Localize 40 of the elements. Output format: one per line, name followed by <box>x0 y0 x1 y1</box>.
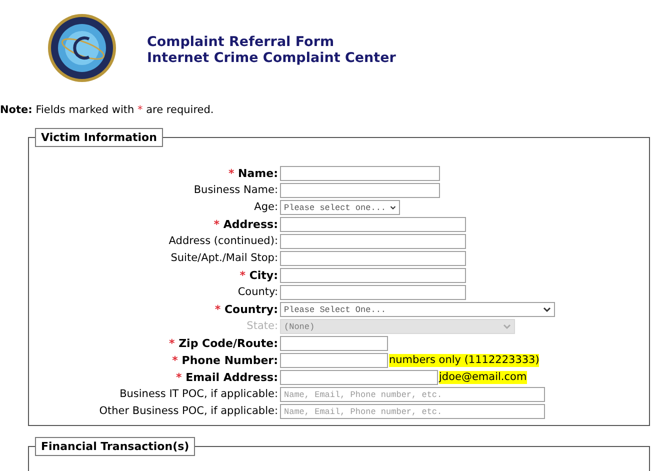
required-note: Note: Fields marked with * are required. <box>0 104 215 116</box>
field-label: State: <box>246 319 279 334</box>
field-label: * Phone Number: <box>172 353 279 368</box>
chevron-down-icon <box>543 306 551 312</box>
page-title: Complaint Referral Form <box>147 34 336 50</box>
field-hint: jdoe@email.com <box>439 371 527 384</box>
text-field[interactable] <box>280 353 388 368</box>
chevron-down-icon <box>503 324 511 330</box>
field-label: * City: <box>240 268 279 283</box>
text-field[interactable] <box>280 166 440 181</box>
text-field[interactable] <box>280 251 466 266</box>
field-label: * Address: <box>214 217 279 232</box>
field-label: * Zip Code/Route: <box>168 336 279 351</box>
field-label: Business Name: <box>194 183 279 198</box>
field-label: Age: <box>254 200 279 215</box>
section-legend: Victim Information <box>35 128 163 147</box>
seal-logo <box>47 13 117 83</box>
text-field[interactable] <box>280 234 466 249</box>
text-field[interactable] <box>280 285 466 300</box>
text-field[interactable] <box>280 336 388 351</box>
page-title: Internet Crime Complaint Center <box>147 50 396 66</box>
text-field[interactable]: Name, Email, Phone number, etc. <box>280 387 545 402</box>
field-label: * Country: <box>214 302 279 317</box>
text-field[interactable] <box>280 370 438 385</box>
text-field[interactable] <box>280 217 466 232</box>
section-legend: Financial Transaction(s) <box>35 437 196 456</box>
field-label: County: <box>238 285 279 300</box>
text-field[interactable]: Name, Email, Phone number, etc. <box>280 404 545 419</box>
dropdown[interactable]: Please Select One... <box>280 302 555 317</box>
field-label: Address (continued): <box>168 234 279 249</box>
field-label: Business IT POC, if applicable: <box>120 387 279 402</box>
dropdown[interactable]: Please select one... <box>280 200 400 215</box>
text-field[interactable] <box>280 268 466 283</box>
field-hint: numbers only (1112223333) <box>389 354 540 367</box>
field-label: * Name: <box>228 166 279 181</box>
field-label: Other Business POC, if applicable: <box>99 404 279 419</box>
chevron-down-icon <box>390 204 396 210</box>
field-label: * Email Address: <box>176 370 279 385</box>
text-field[interactable] <box>280 183 440 198</box>
field-label: Suite/Apt./Mail Stop: <box>170 251 279 266</box>
